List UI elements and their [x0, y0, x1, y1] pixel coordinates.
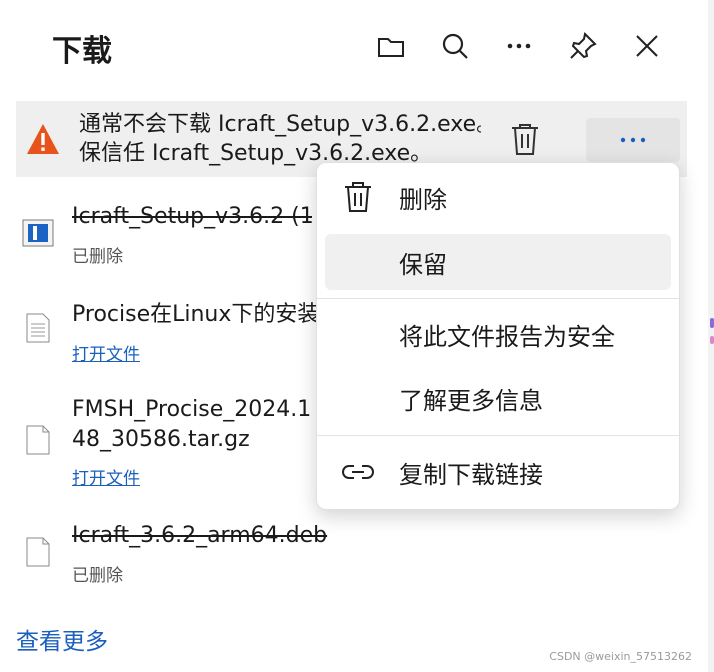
warning-more-button[interactable]	[586, 118, 680, 162]
menu-separator	[317, 298, 679, 299]
panel-title: 下载	[52, 34, 112, 69]
more-options-button[interactable]	[499, 26, 539, 66]
pin-icon	[570, 31, 597, 59]
menu-item-label: 将此文件报告为安全	[399, 322, 615, 351]
close-button[interactable]	[627, 26, 667, 66]
download-item-name-cont: 48_30586.tar.gz	[72, 427, 250, 452]
trash-icon	[341, 180, 375, 214]
open-file-link[interactable]: 打开文件	[72, 340, 140, 365]
warning-message: 通常不会下载 Icraft_Setup_v3.6.2.exe。 保信任 Icra…	[79, 110, 481, 170]
menu-item-label: 复制下载链接	[399, 460, 543, 489]
see-more-link[interactable]: 查看更多	[16, 622, 108, 656]
text-file-icon	[26, 313, 50, 343]
edge-accent-dot	[710, 336, 714, 344]
menu-item-report-safe[interactable]: 将此文件报告为安全	[325, 306, 671, 362]
link-icon	[341, 455, 375, 489]
pin-button[interactable]	[563, 26, 603, 66]
delete-file-button[interactable]	[506, 120, 544, 158]
more-icon	[620, 137, 646, 143]
file-icon	[26, 537, 50, 567]
more-icon	[507, 43, 531, 49]
close-icon	[636, 35, 658, 57]
menu-separator	[317, 435, 679, 436]
open-folder-button[interactable]	[371, 26, 411, 66]
edge-accent-dot	[710, 318, 714, 328]
menu-item-learn-more[interactable]: 了解更多信息	[325, 370, 671, 426]
menu-item-label: 了解更多信息	[399, 386, 543, 415]
menu-item-label: 删除	[399, 185, 447, 214]
open-file-link[interactable]: 打开文件	[72, 464, 140, 489]
warning-line-1: 通常不会下载 Icraft_Setup_v3.6.2.exe。	[79, 112, 481, 137]
warning-icon	[27, 124, 59, 154]
download-item-name[interactable]: Icraft_Setup_v3.6.2 (1	[72, 203, 312, 231]
search-button[interactable]	[435, 26, 475, 66]
installer-icon	[22, 219, 54, 247]
download-item-name[interactable]: Procise在Linux下的安装	[72, 301, 316, 329]
menu-item-copy-link[interactable]: 复制下载链接	[325, 444, 671, 500]
folder-icon	[378, 38, 404, 57]
menu-item-label: 保留	[399, 250, 447, 279]
file-icon	[26, 425, 50, 455]
download-item-name[interactable]: FMSH_Procise_2024.1	[72, 396, 316, 424]
search-icon	[442, 33, 468, 59]
download-item-status: 已删除	[72, 247, 123, 267]
menu-item-delete[interactable]: 删除	[325, 169, 671, 225]
menu-item-keep[interactable]: 保留	[325, 234, 671, 290]
download-item-status: 已删除	[72, 566, 123, 586]
context-menu: 删除 保留 将此文件报告为安全 了解更多信息 复制下载链接	[316, 162, 680, 510]
download-item-name[interactable]: Icraft_3.6.2_arm64.deb	[72, 522, 372, 550]
watermark: CSDN @weixin_57513262	[549, 650, 692, 663]
